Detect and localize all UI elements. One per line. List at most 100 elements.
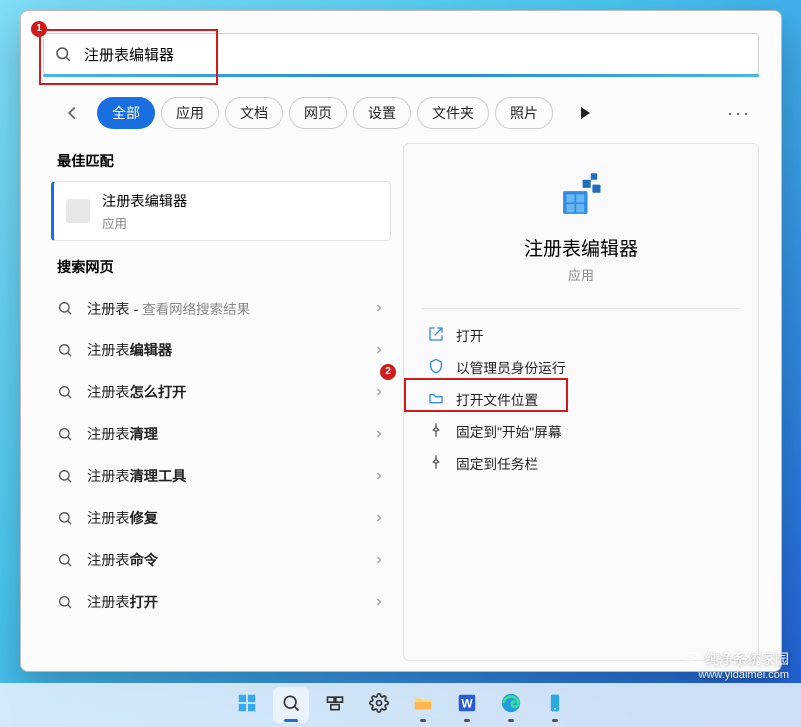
search-icon [57,342,73,358]
action-label: 以管理员身份运行 [456,357,566,377]
taskbar: W [0,683,801,727]
web-item[interactable]: 注册表编辑器 [51,329,391,371]
settings-icon [369,693,389,718]
start-icon [236,692,258,719]
search-box[interactable] [43,33,759,75]
search-icon [57,384,73,400]
app-icon-small [66,199,90,223]
web-item-label: 注册表命令 [87,550,158,570]
search-panel: 全部 应用 文档 网页 设置 文件夹 照片 ··· 最佳匹配 注册表编辑器 应用… [20,10,782,672]
filter-documents[interactable]: 文档 [225,97,283,129]
web-item[interactable]: 注册表打开 [51,581,391,623]
open-icon [428,326,456,345]
search-icon [281,693,301,718]
taskview-icon [325,693,345,718]
action-list: 打开以管理员身份运行打开文件位置固定到"开始"屏幕固定到任务栏 [422,319,740,479]
filter-all[interactable]: 全部 [97,97,155,129]
app-title: 注册表编辑器 [422,234,740,261]
search-underline [43,74,759,77]
taskbar-phone[interactable] [537,687,573,723]
filter-apps[interactable]: 应用 [161,97,219,129]
chevron-right-icon [373,302,385,314]
search-wrap [43,33,759,75]
action-item[interactable]: 固定到"开始"屏幕 [422,415,740,447]
web-item-label: 注册表 - 查看网络搜索结果 [87,298,250,319]
action-item[interactable]: 固定到任务栏 [422,447,740,479]
web-item[interactable]: 注册表修复 [51,497,391,539]
action-label: 打开 [456,325,483,345]
action-item[interactable]: 打开 [422,319,740,351]
search-icon [57,300,73,316]
body: 最佳匹配 注册表编辑器 应用 搜索网页 注册表 - 查看网络搜索结果注册表编辑器… [21,143,781,671]
chevron-right-icon [373,470,385,482]
filter-photos[interactable]: 照片 [495,97,553,129]
left-column: 最佳匹配 注册表编辑器 应用 搜索网页 注册表 - 查看网络搜索结果注册表编辑器… [21,143,391,661]
app-icon-large [555,170,607,222]
edge-icon [500,692,522,719]
best-match-text: 注册表编辑器 应用 [102,191,187,232]
more-icon[interactable]: ··· [727,103,751,124]
phone-icon [545,693,565,718]
web-item[interactable]: 注册表清理工具 [51,455,391,497]
search-icon [57,510,73,526]
folder-icon [428,390,456,409]
web-item-label: 注册表修复 [87,508,158,528]
web-item[interactable]: 注册表命令 [51,539,391,581]
watermark-line2: www.yidaimei.com [685,669,789,681]
action-item[interactable]: 打开文件位置 [422,383,740,415]
taskbar-explorer[interactable] [405,687,441,723]
divider [422,308,740,309]
action-label: 打开文件位置 [456,389,538,409]
web-item-label: 注册表怎么打开 [87,382,186,402]
taskbar-start[interactable] [229,687,265,723]
web-item[interactable]: 注册表清理 [51,413,391,455]
chevron-right-icon [373,428,385,440]
back-arrow-icon[interactable] [61,102,83,124]
chevron-right-icon [373,596,385,608]
watermark-line1: 纯净系统家园 [705,649,789,669]
chevron-right-icon [373,344,385,356]
action-label: 固定到"开始"屏幕 [456,421,562,441]
search-icon [57,594,73,610]
action-label: 固定到任务栏 [456,453,538,473]
explorer-icon [412,692,434,719]
web-item[interactable]: 注册表怎么打开 [51,371,391,413]
web-item-label: 注册表编辑器 [87,340,172,360]
taskbar-edge[interactable] [493,687,529,723]
search-input[interactable] [82,45,758,64]
search-icon [57,426,73,442]
svg-text:W: W [461,696,473,710]
pin-icon [428,454,456,473]
chevron-right-icon [373,386,385,398]
play-icon[interactable] [581,107,590,119]
web-list: 注册表 - 查看网络搜索结果注册表编辑器注册表怎么打开注册表清理注册表清理工具注… [51,287,391,623]
action-item[interactable]: 以管理员身份运行 [422,351,740,383]
web-search-heading: 搜索网页 [57,257,391,277]
search-icon [57,468,73,484]
callout-badge-2: 2 [380,364,396,380]
best-match-title: 注册表编辑器 [102,191,187,211]
taskbar-settings[interactable] [361,687,397,723]
watermark: 纯净系统家园 www.yidaimei.com [685,649,789,681]
filter-settings[interactable]: 设置 [353,97,411,129]
taskbar-word[interactable]: W [449,687,485,723]
search-icon [57,552,73,568]
web-item[interactable]: 注册表 - 查看网络搜索结果 [51,287,391,329]
app-sub: 应用 [422,265,740,284]
best-match-heading: 最佳匹配 [57,151,391,171]
taskbar-taskview[interactable] [317,687,353,723]
filter-folders[interactable]: 文件夹 [417,97,489,129]
chevron-right-icon [373,512,385,524]
pin-icon [428,422,456,441]
search-icon [54,45,72,63]
web-item-label: 注册表打开 [87,592,158,612]
chevron-right-icon [373,554,385,566]
best-match-item[interactable]: 注册表编辑器 应用 [51,181,391,241]
callout-badge-1: 1 [31,21,47,37]
best-match-sub: 应用 [102,213,187,232]
filter-web[interactable]: 网页 [289,97,347,129]
shield-icon [428,358,456,377]
filter-row: 全部 应用 文档 网页 设置 文件夹 照片 ··· [61,97,759,129]
taskbar-search[interactable] [273,687,309,723]
watermark-logo-icon [685,651,701,667]
